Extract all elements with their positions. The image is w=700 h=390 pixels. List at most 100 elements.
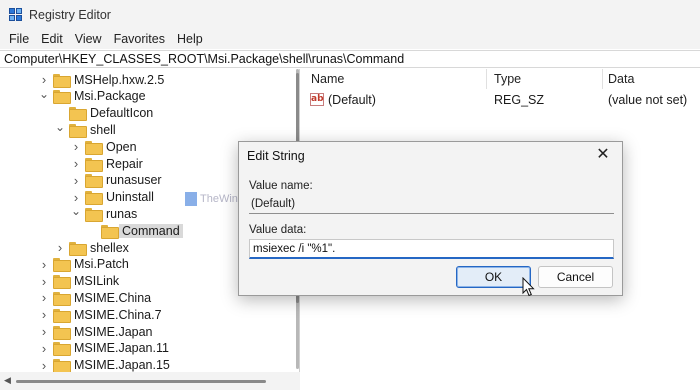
window-title: Registry Editor <box>29 7 111 22</box>
tree-item[interactable]: › runasuser <box>70 172 162 189</box>
folder-icon <box>53 258 71 273</box>
column-header-name[interactable]: Name <box>311 72 344 86</box>
tree-item-label: MSILink <box>74 274 120 289</box>
folder-icon <box>53 73 71 88</box>
column-divider[interactable] <box>602 69 603 89</box>
tree-item[interactable]: › MSILink <box>38 273 119 290</box>
mouse-cursor-icon <box>522 277 535 297</box>
title-bar: Registry Editor <box>0 0 700 29</box>
folder-icon <box>53 325 71 340</box>
tree-item[interactable]: › MSHelp.hxw.2.5 <box>38 71 164 88</box>
menu-favorites[interactable]: Favorites <box>108 32 171 46</box>
registry-editor-icon <box>9 7 23 22</box>
folder-icon <box>85 157 103 172</box>
chevron-right-icon[interactable]: › <box>38 72 50 87</box>
tree-item-label: shell <box>90 122 116 137</box>
folder-icon <box>53 359 71 374</box>
folder-icon <box>53 90 71 105</box>
tree-item[interactable]: › MSIME.Japan.11 <box>38 340 169 357</box>
tree-item-label: MSIME.Japan <box>74 324 153 339</box>
ok-button[interactable]: OK <box>456 266 531 288</box>
tree-item[interactable]: › Msi.Patch <box>38 256 129 273</box>
column-header-type[interactable]: Type <box>494 72 521 86</box>
value-name-field: (Default) <box>249 195 614 214</box>
chevron-right-icon[interactable]: › <box>38 341 50 356</box>
value-name-label: Value name: <box>249 180 313 192</box>
tree-item[interactable]: › MSIME.China.7 <box>38 306 162 323</box>
close-icon[interactable]: ✕ <box>594 146 612 164</box>
folder-icon <box>85 140 103 155</box>
tree-item[interactable]: › MSIME.China <box>38 289 151 306</box>
folder-icon <box>85 191 103 206</box>
tree-item[interactable]: ⌄ Msi.Package <box>38 87 146 105</box>
chevron-down-icon[interactable]: ⌄ <box>54 120 66 134</box>
chevron-down-icon[interactable]: ⌄ <box>70 204 82 218</box>
chevron-right-icon[interactable]: › <box>38 290 50 305</box>
tree-item-label: MSIME.Japan.11 <box>74 341 169 356</box>
tree-item-label: MSIME.Japan.15 <box>74 358 170 373</box>
folder-icon <box>69 123 87 138</box>
address-bar[interactable]: Computer\HKEY_CLASSES_ROOT\Msi.Package\s… <box>0 50 700 68</box>
tree-item-label: Repair <box>106 156 143 171</box>
value-name: (Default) <box>328 93 376 107</box>
tree-item-label: DefaultIcon <box>90 106 154 121</box>
column-header-data[interactable]: Data <box>608 72 634 86</box>
tree-item-label: runasuser <box>106 173 162 188</box>
tree-item-label: runas <box>106 206 138 221</box>
value-data-label: Value data: <box>249 224 307 236</box>
menu-file[interactable]: File <box>3 32 35 46</box>
watermark-logo-icon <box>185 192 197 206</box>
folder-icon <box>85 174 103 189</box>
menu-view[interactable]: View <box>69 32 108 46</box>
menu-help[interactable]: Help <box>171 32 209 46</box>
chevron-right-icon[interactable]: › <box>70 156 82 171</box>
tree-item[interactable]: › Open <box>70 138 137 155</box>
chevron-right-icon[interactable]: › <box>38 257 50 272</box>
chevron-right-icon[interactable]: › <box>70 173 82 188</box>
tree-item-label: Command <box>119 223 183 238</box>
tree-item[interactable]: ⌄ runas <box>70 204 138 222</box>
chevron-right-icon[interactable]: › <box>54 240 66 255</box>
tree-item[interactable]: › Repair <box>70 155 143 172</box>
value-data-input[interactable] <box>249 239 614 259</box>
folder-icon <box>53 308 71 323</box>
value-row[interactable]: ab (Default) REG_SZ (value not set) <box>304 91 700 109</box>
tree-item-label: MSIME.China.7 <box>74 307 162 322</box>
tree-item[interactable]: ⌄ shell <box>54 120 116 138</box>
menu-bar: File Edit View Favorites Help <box>0 29 700 49</box>
tree-item-label: MSHelp.hxw.2.5 <box>74 72 165 87</box>
chevron-right-icon[interactable]: › <box>38 307 50 322</box>
chevron-right-icon[interactable]: › <box>70 190 82 205</box>
value-data: (value not set) <box>608 93 688 107</box>
folder-icon <box>53 291 71 306</box>
cancel-button[interactable]: Cancel <box>538 266 613 288</box>
folder-icon <box>53 275 71 290</box>
chevron-down-icon[interactable]: ⌄ <box>38 87 50 101</box>
menu-edit[interactable]: Edit <box>35 32 69 46</box>
tree-item-label: shellex <box>90 240 129 255</box>
column-divider[interactable] <box>486 69 487 89</box>
tree-item[interactable]: Command <box>86 222 183 239</box>
string-value-icon: ab <box>310 93 324 106</box>
chevron-right-icon[interactable]: › <box>70 139 82 154</box>
tree-item[interactable]: DefaultIcon <box>54 105 153 122</box>
edit-string-dialog: Edit String ✕ Value name: (Default) Valu… <box>238 141 623 296</box>
tree-item-label: MSIME.China <box>74 290 152 305</box>
scrollbar-thumb[interactable] <box>16 380 266 383</box>
tree-item[interactable]: › shellex <box>54 239 129 256</box>
chevron-right-icon[interactable]: › <box>38 274 50 289</box>
tree-item-label: Msi.Patch <box>74 257 129 272</box>
chevron-right-icon[interactable]: › <box>38 324 50 339</box>
tree-item-label: Msi.Package <box>74 89 146 104</box>
tree-item-label: Open <box>106 139 137 154</box>
folder-icon <box>69 107 87 122</box>
folder-icon <box>85 207 103 222</box>
scroll-left-arrow-icon[interactable]: ◀ <box>4 375 11 386</box>
tree-horizontal-scrollbar[interactable]: ◀ <box>0 372 300 390</box>
tree-item[interactable]: › Uninstall <box>70 189 154 206</box>
chevron-right-icon[interactable]: › <box>38 358 50 373</box>
tree-item[interactable]: › MSIME.Japan <box>38 323 153 340</box>
folder-icon <box>53 342 71 357</box>
tree-item-label: Uninstall <box>106 190 154 205</box>
